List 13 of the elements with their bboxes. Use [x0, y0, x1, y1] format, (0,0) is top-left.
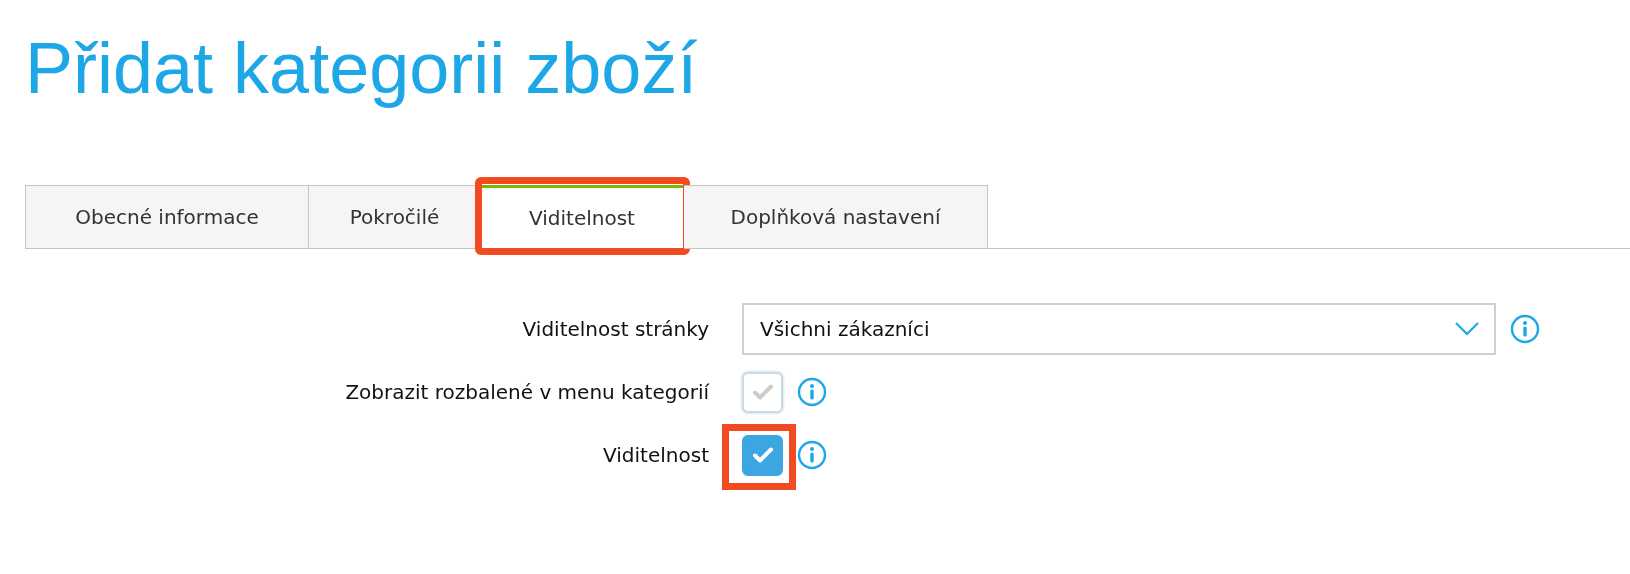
field-label: Viditelnost [602, 443, 710, 467]
field-label: Zobrazit rozbalené v menu kategorií [344, 380, 711, 404]
field-label: Viditelnost stránky [521, 317, 710, 341]
info-icon[interactable] [1510, 314, 1540, 344]
checkbox[interactable] [742, 371, 783, 413]
checkbox[interactable] [742, 434, 783, 476]
chevron-down-icon [1454, 321, 1480, 337]
page-title: Přidat kategorii zboží [25, 27, 699, 110]
info-icon[interactable] [797, 440, 827, 470]
info-icon[interactable] [797, 377, 827, 407]
tab[interactable]: Doplňková nastavení [684, 185, 988, 249]
dropdown-field[interactable]: Všichni zákazníci [742, 303, 1496, 355]
tab[interactable]: Obecné informace [25, 185, 309, 249]
